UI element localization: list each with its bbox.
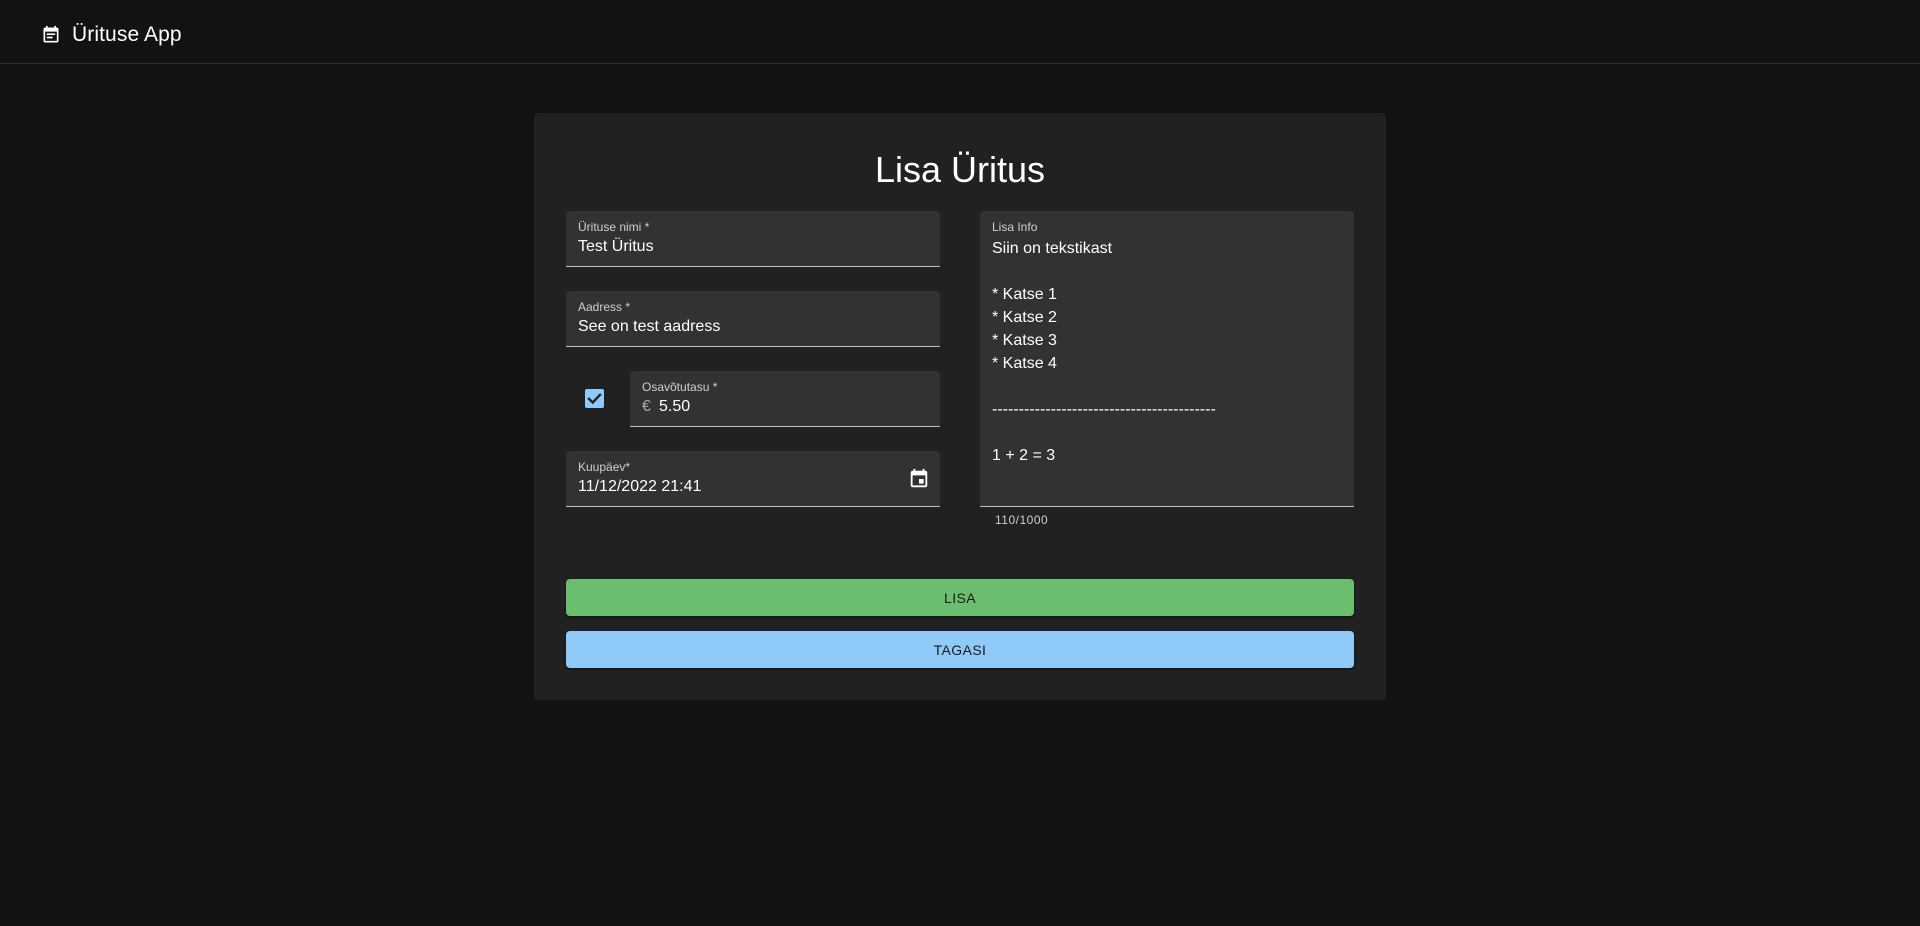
app-bar: Ürituse App bbox=[0, 0, 1920, 64]
page-title: Lisa Üritus bbox=[874, 149, 1046, 190]
address-field[interactable]: Aadress * See on test aadress bbox=[566, 291, 940, 347]
app-title[interactable]: Ürituse App bbox=[72, 22, 182, 48]
fee-input[interactable]: 5.50 bbox=[659, 397, 690, 417]
add-event-card: Lisa Üritus Ürituse nimi * Test Üritus A… bbox=[534, 113, 1386, 700]
submit-button[interactable]: LISA bbox=[566, 579, 1354, 616]
address-label: Aadress * bbox=[578, 300, 631, 314]
event-name-input[interactable]: Test Üritus bbox=[578, 237, 654, 257]
back-button[interactable]: TAGASI bbox=[566, 631, 1354, 668]
calendar-icon[interactable] bbox=[908, 468, 930, 490]
fee-checkbox[interactable] bbox=[585, 389, 604, 408]
date-field[interactable]: Kuupäev* 11/12/2022 21:41 bbox=[566, 451, 940, 507]
info-label: Lisa Info bbox=[992, 220, 1038, 234]
check-icon bbox=[587, 393, 602, 405]
date-label: Kuupäev* bbox=[578, 460, 631, 474]
date-input[interactable]: 11/12/2022 21:41 bbox=[578, 477, 701, 497]
fee-field[interactable]: Osavõtutasu * € 5.50 bbox=[630, 371, 940, 427]
info-textarea[interactable]: Siin on tekstikast * Katse 1 * Katse 2 *… bbox=[992, 237, 1216, 467]
character-counter: 110/1000 bbox=[995, 513, 1049, 527]
address-input[interactable]: See on test aadress bbox=[578, 317, 720, 337]
info-field[interactable]: Lisa Info Siin on tekstikast * Katse 1 *… bbox=[980, 211, 1354, 507]
event-name-label: Ürituse nimi * bbox=[578, 220, 650, 234]
event-name-field[interactable]: Ürituse nimi * Test Üritus bbox=[566, 211, 940, 267]
event-note-icon bbox=[41, 25, 61, 45]
fee-label: Osavõtutasu * bbox=[642, 380, 718, 394]
euro-prefix: € bbox=[642, 398, 651, 415]
